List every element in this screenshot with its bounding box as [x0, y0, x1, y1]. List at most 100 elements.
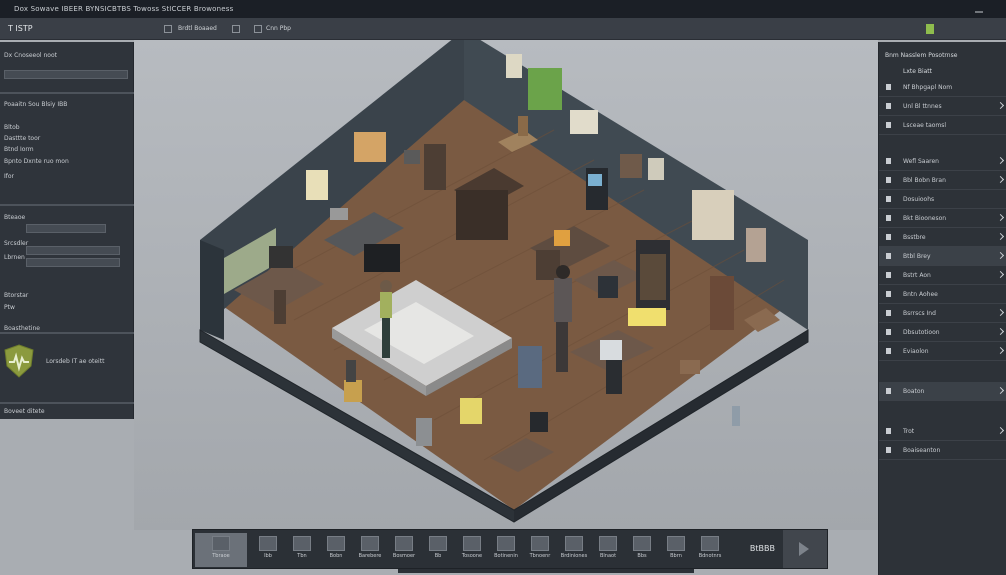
item-thumbnail [395, 536, 413, 551]
tray-item[interactable]: Tbnoenr [523, 533, 557, 567]
item-thumbnail [463, 536, 481, 551]
tray-item[interactable]: Blnaot [591, 533, 625, 567]
right-list-item[interactable]: Bsrrscs Ind [879, 304, 1006, 323]
right-list-item[interactable]: Dosuioohs [879, 190, 1006, 209]
printer [330, 208, 348, 220]
tray-item[interactable]: Tbn [285, 533, 319, 567]
tray-item[interactable]: Bbrn [659, 533, 693, 567]
chevron-icon[interactable] [996, 386, 1005, 395]
water-cooler [518, 346, 542, 388]
property-field[interactable] [26, 258, 120, 267]
wall-board [692, 190, 734, 240]
left-panel: Dx Cnoseeol noot Poaaitn Sou Blsiy IBB B… [0, 42, 134, 419]
right-list-item[interactable]: Boaton [879, 382, 1006, 401]
list-item[interactable]: Btorstar [4, 292, 28, 299]
monitor [364, 244, 400, 272]
character [554, 278, 572, 322]
item-icon [886, 158, 891, 164]
chevron-icon[interactable] [996, 426, 1005, 435]
right-list-item[interactable]: Bsstbre [879, 228, 1006, 247]
chevron-icon[interactable] [996, 270, 1005, 279]
item-thumbnail [599, 536, 617, 551]
toolbar-item-0[interactable]: Brdtl Boaaed [178, 25, 217, 32]
list-item[interactable]: Dasttte toor [4, 135, 40, 142]
chevron-icon[interactable] [996, 251, 1005, 260]
chevron-icon[interactable] [996, 156, 1005, 165]
tray-item[interactable]: Tbraoe [195, 533, 247, 567]
list-item[interactable]: Bltob [4, 124, 20, 131]
right-list-item[interactable]: Boaiseanton [879, 441, 1006, 460]
right-list-item[interactable]: Eviaolon [879, 342, 1006, 361]
item-icon [886, 122, 891, 128]
office-scene[interactable] [134, 30, 878, 530]
list-item[interactable]: Bpnto Dxnte ruo mon [4, 158, 69, 165]
file-icon[interactable] [254, 25, 262, 33]
character [380, 292, 392, 318]
window-titlebar: Dox Sowave IBEER BYNSICBTBS Towoss StICC… [0, 0, 1006, 18]
tray-item[interactable]: Bbs [625, 533, 659, 567]
list-item[interactable]: Btnd Iorm [4, 146, 34, 153]
property-field[interactable] [26, 246, 120, 255]
cabinet [416, 418, 432, 446]
folder-icon[interactable] [164, 25, 172, 33]
chevron-icon[interactable] [996, 213, 1005, 222]
grid-icon[interactable] [232, 25, 240, 33]
right-list-item[interactable]: Bntn Aohee [879, 285, 1006, 304]
list-item[interactable]: Lbrnen [4, 254, 25, 261]
tray-item[interactable]: Barebere [353, 533, 387, 567]
list-item[interactable]: Ptw [4, 304, 15, 311]
tray-item[interactable]: Ibb [251, 533, 285, 567]
shield-icon [4, 344, 34, 378]
next-page-button[interactable] [783, 530, 827, 568]
item-thumbnail [667, 536, 685, 551]
tray-scrollbar[interactable] [398, 569, 694, 573]
chevron-icon[interactable] [996, 327, 1005, 336]
wall-poster [306, 170, 328, 200]
tray-item[interactable]: Tosoone [455, 533, 489, 567]
tray-item[interactable]: Botinenin [489, 533, 523, 567]
item-icon [886, 84, 891, 90]
panel-footer: Boveet ditete [4, 408, 45, 415]
tray-item[interactable]: Bosmoer [387, 533, 421, 567]
property-field[interactable] [26, 224, 106, 233]
list-item[interactable]: Bteaoe [4, 214, 25, 221]
right-panel: Bnm Nasslem Posotrnse Lxte Biatt Nf Bhpg… [878, 42, 1006, 575]
game-viewport[interactable] [134, 30, 878, 530]
item-icon [886, 215, 891, 221]
item-thumbnail [361, 536, 379, 551]
right-list-item[interactable]: Wefl Saaren [879, 152, 1006, 171]
toolbar-item-1[interactable]: Cnn Pbp [266, 25, 291, 32]
list-item[interactable]: Srcsdler [4, 240, 28, 247]
minimize-icon[interactable] [974, 4, 984, 14]
search-input[interactable] [4, 70, 128, 79]
cabinet [424, 144, 446, 190]
tray-item[interactable]: Bdnotnrs [693, 533, 727, 567]
item-icon [886, 329, 891, 335]
right-list-item[interactable]: Lsceae taomsl [879, 116, 1006, 135]
chevron-icon[interactable] [996, 175, 1005, 184]
wall-picture [620, 154, 642, 178]
chevron-icon[interactable] [996, 308, 1005, 317]
tray-item[interactable]: Bobn [319, 533, 353, 567]
chevron-icon[interactable] [996, 232, 1005, 241]
monitor [598, 276, 618, 298]
cursor-marker [732, 406, 740, 426]
status-indicator [926, 24, 934, 34]
right-list-item[interactable]: Btbl Brey [879, 247, 1006, 266]
right-list-item[interactable]: Trot [879, 422, 1006, 441]
right-list-item[interactable]: Bstrt Aon [879, 266, 1006, 285]
list-item[interactable]: Ifor [4, 173, 14, 180]
right-list-item[interactable]: Bbl Bobn Bran [879, 171, 1006, 190]
right-list-item[interactable]: Dbsutotioon [879, 323, 1006, 342]
cabinet [710, 276, 734, 330]
item-icon [886, 196, 891, 202]
right-list-item[interactable]: Nf Bhpgapl Nom [879, 78, 1006, 97]
right-list-item[interactable]: Bkt Biooneson [879, 209, 1006, 228]
right-list-item[interactable]: Unl Bl ttnnes [879, 97, 1006, 116]
monitor [269, 246, 293, 268]
chevron-icon[interactable] [996, 346, 1005, 355]
tray-item[interactable]: Brdiniones [557, 533, 591, 567]
list-item[interactable]: Boasthetine [4, 325, 40, 332]
tray-item[interactable]: Bb [421, 533, 455, 567]
chevron-icon[interactable] [996, 101, 1005, 110]
